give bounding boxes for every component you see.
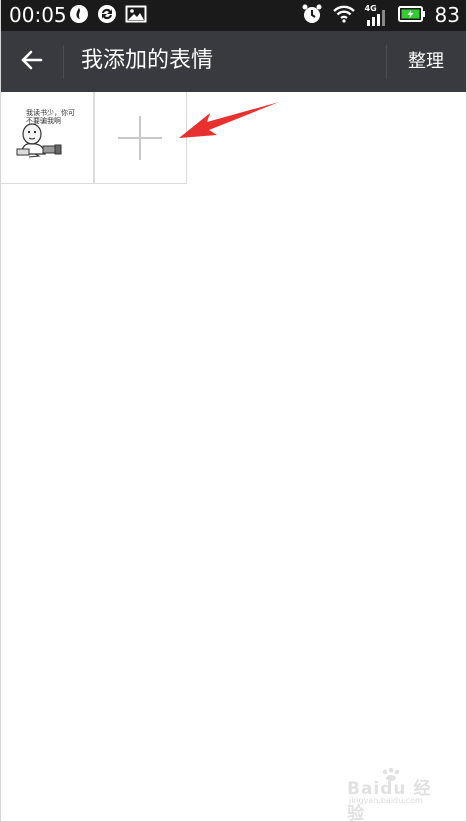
back-arrow-icon bbox=[20, 49, 44, 75]
status-icons-left bbox=[69, 4, 147, 28]
status-bar: 00:05 4G 83 bbox=[1, 0, 466, 31]
sticker-grid: 我读书少，你可不要骗我啊 bbox=[1, 92, 187, 184]
header-divider bbox=[386, 45, 387, 79]
sticker-item[interactable]: 我读书少，你可不要骗我啊 bbox=[1, 92, 94, 184]
sticker-image bbox=[15, 116, 75, 162]
page-title: 我添加的表情 bbox=[81, 48, 214, 73]
app-bar: 我添加的表情 整理 bbox=[1, 31, 466, 92]
watermark-url: jingyan.baidu.com bbox=[349, 796, 423, 805]
status-icons-right: 4G 83 bbox=[301, 3, 460, 28]
annotation-arrow-icon bbox=[177, 100, 281, 150]
alarm-icon bbox=[301, 3, 323, 29]
plus-icon bbox=[118, 116, 162, 164]
sync-notification-icon bbox=[97, 4, 117, 28]
watermark: Baidu 经验 jingyan.baidu.com bbox=[347, 766, 443, 822]
wifi-icon bbox=[332, 4, 356, 28]
screen: 00:05 4G 83 我添加的表情 整理 我读书少，你可不要骗我啊 Baidu… bbox=[0, 0, 467, 822]
manage-button[interactable]: 整理 bbox=[397, 47, 455, 77]
cell-signal-icon: 4G bbox=[365, 4, 389, 27]
image-notification-icon bbox=[125, 4, 147, 28]
add-sticker-button[interactable] bbox=[94, 92, 187, 184]
back-button[interactable] bbox=[11, 43, 53, 81]
header-divider bbox=[63, 45, 64, 79]
flame-notification-icon bbox=[69, 4, 89, 28]
status-time: 00:05 bbox=[9, 3, 67, 27]
battery-level: 83 bbox=[434, 3, 460, 27]
battery-icon bbox=[397, 5, 426, 27]
